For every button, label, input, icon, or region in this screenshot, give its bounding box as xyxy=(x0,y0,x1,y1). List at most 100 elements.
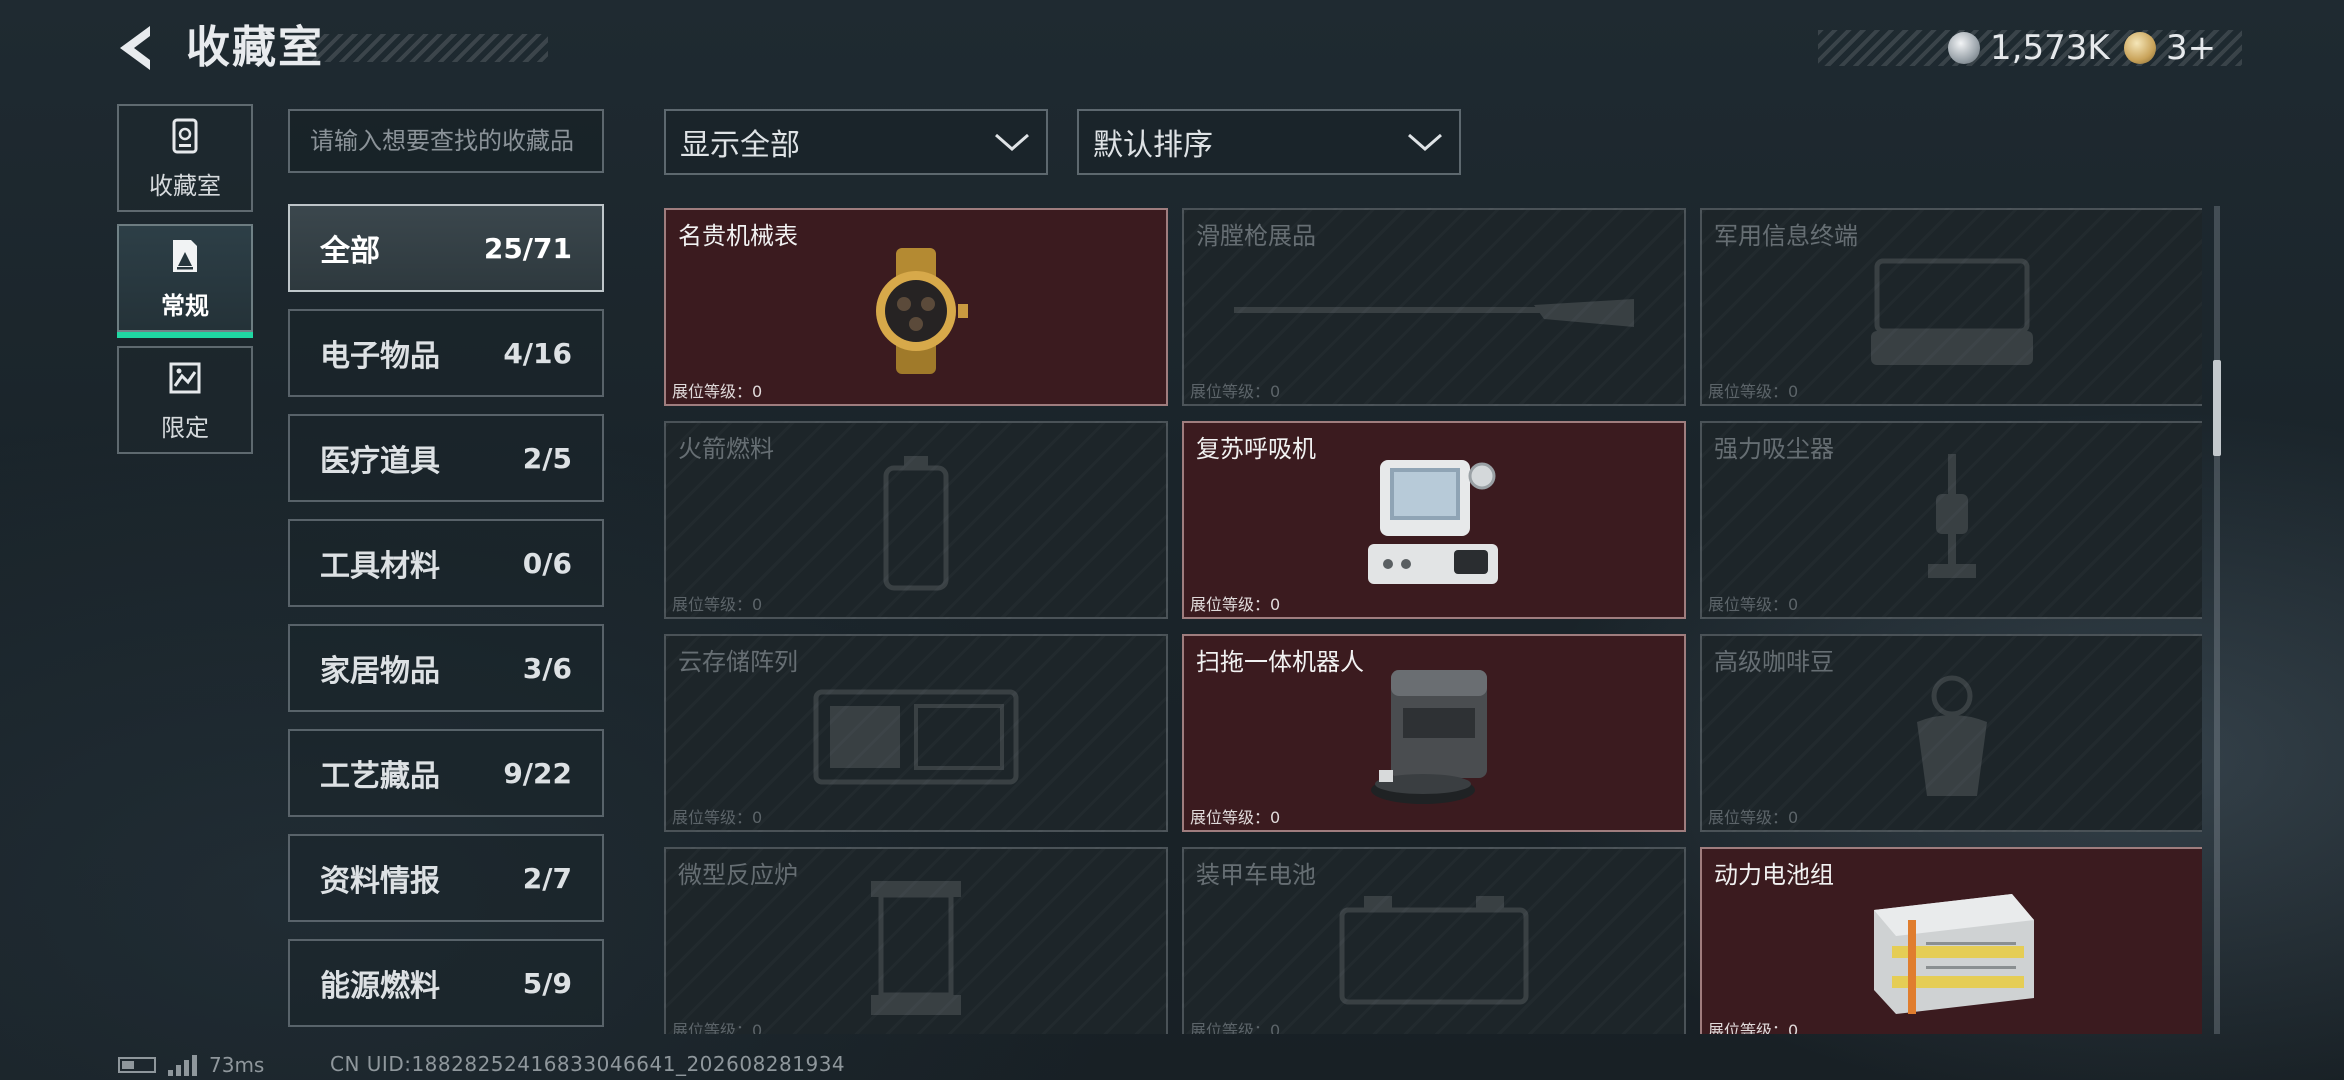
collection-card-robot-mop[interactable]: 扫拖一体机器人 展位等级：0 xyxy=(1182,634,1686,832)
category-crafts[interactable]: 工艺藏品 9/22 xyxy=(288,729,604,817)
collection-card-armored-vehicle-battery[interactable]: 装甲车电池 展位等级：0 xyxy=(1182,847,1686,1034)
collection-card-coffee-beans[interactable]: 高级咖啡豆 展位等级：0 xyxy=(1700,634,2202,832)
booth-level: 展位等级：0 xyxy=(672,808,763,827)
ventilator-icon xyxy=(1368,459,1498,584)
item-name: 复苏呼吸机 xyxy=(1196,435,1316,463)
filter-dropdown-value: 显示全部 xyxy=(680,128,800,163)
collection-card-cloud-storage-array[interactable]: 云存储阵列 展位等级：0 xyxy=(664,634,1168,832)
collection-card-rocket-fuel[interactable]: 火箭燃料 展位等级：0 xyxy=(664,421,1168,619)
collection-card-micro-reactor[interactable]: 微型反应炉 展位等级：0 xyxy=(664,847,1168,1034)
collection-card-ventilator[interactable]: 复苏呼吸机 展位等级：0 xyxy=(1182,421,1686,619)
booth-level: 展位等级：0 xyxy=(672,382,763,401)
robot-mop-icon xyxy=(1371,669,1487,804)
power-battery-pack-icon xyxy=(1874,893,2034,1014)
category-name: 电子物品 xyxy=(320,339,440,374)
category-name: 家居物品 xyxy=(320,654,440,689)
vault-icon xyxy=(172,118,198,153)
item-name: 名贵机械表 xyxy=(678,222,798,250)
category-name: 全部 xyxy=(320,234,380,269)
category-count: 4/16 xyxy=(503,336,572,370)
item-name: 火箭燃料 xyxy=(678,435,774,463)
military-terminal-icon xyxy=(1871,258,2033,365)
category-count: 2/5 xyxy=(522,441,572,475)
category-electronics[interactable]: 电子物品 4/16 xyxy=(288,309,604,397)
ping-value: 73ms xyxy=(209,1053,265,1077)
side-tab-label: 限定 xyxy=(161,413,209,442)
armored-vehicle-battery-icon xyxy=(1339,895,1529,1005)
sort-dropdown[interactable]: 默认排序 xyxy=(1077,109,1461,175)
cloud-storage-array-icon xyxy=(813,689,1019,785)
booth-level: 展位等级：0 xyxy=(672,1021,763,1034)
booth-level: 展位等级：0 xyxy=(1190,382,1281,401)
booth-level: 展位等级：0 xyxy=(1708,808,1799,827)
coffee-beans-icon xyxy=(1917,675,1987,796)
category-household[interactable]: 家居物品 3/6 xyxy=(288,624,604,712)
grid-scrollbar[interactable] xyxy=(2214,206,2220,1034)
item-name: 扫拖一体机器人 xyxy=(1196,648,1364,676)
item-name: 动力电池组 xyxy=(1714,861,1834,889)
back-button[interactable] xyxy=(112,22,164,74)
category-count: 9/22 xyxy=(503,756,572,790)
collection-card-military-terminal[interactable]: 军用信息终端 展位等级：0 xyxy=(1700,208,2202,406)
category-energy[interactable]: 能源燃料 5/9 xyxy=(288,939,604,1027)
side-tab-standard[interactable]: 常规 xyxy=(117,224,253,338)
category-all[interactable]: 全部 25/71 xyxy=(288,204,604,292)
standard-collection-icon xyxy=(173,239,197,272)
category-name: 资料情报 xyxy=(320,864,440,899)
player-uid: CN UID:18828252416833046641_202608281934 xyxy=(330,1052,846,1076)
vacuum-cleaner-icon xyxy=(1928,453,1976,578)
booth-level: 展位等级：0 xyxy=(1708,595,1799,614)
item-name: 云存储阵列 xyxy=(678,648,798,676)
collection-card-vacuum-cleaner[interactable]: 强力吸尘器 展位等级：0 xyxy=(1700,421,2202,619)
grid-scrollbar-thumb[interactable] xyxy=(2213,360,2221,456)
chevron-down-icon xyxy=(1408,133,1442,151)
category-tools[interactable]: 工具材料 0/6 xyxy=(288,519,604,607)
booth-level: 展位等级：0 xyxy=(1708,382,1799,401)
page-title: 收藏室 xyxy=(186,22,324,73)
category-name: 工具材料 xyxy=(320,549,440,584)
collection-card-musket[interactable]: 滑膛枪展品 展位等级：0 xyxy=(1182,208,1686,406)
battery-icon xyxy=(118,1057,156,1073)
category-count: 2/7 xyxy=(522,861,572,895)
currency-tickets: 3+ xyxy=(2124,26,2216,70)
back-arrow-icon xyxy=(120,26,150,70)
filter-dropdown[interactable]: 显示全部 xyxy=(664,109,1048,175)
category-name: 能源燃料 xyxy=(320,969,440,1004)
micro-reactor-icon xyxy=(871,880,961,1015)
side-tab-vault[interactable]: 收藏室 xyxy=(117,104,253,212)
item-name: 滑膛枪展品 xyxy=(1196,222,1316,250)
luxury-watch-icon xyxy=(876,247,968,374)
collection-grid: 名贵机械表 展位等级：0 滑膛枪展品 展位等级：0 军用信息终端 展位等级：0 … xyxy=(662,206,2202,1034)
signal-icon xyxy=(168,1054,197,1076)
category-medical[interactable]: 医疗道具 2/5 xyxy=(288,414,604,502)
silver-coin-icon xyxy=(1948,32,1980,64)
title-decoration xyxy=(310,34,548,62)
sort-dropdown-value: 默认排序 xyxy=(1093,128,1213,163)
item-name: 高级咖啡豆 xyxy=(1714,648,1834,676)
status-bar: 73ms xyxy=(118,1052,264,1078)
booth-level: 展位等级：0 xyxy=(672,595,763,614)
search-input[interactable]: 请输入想要查找的收藏品 xyxy=(288,109,604,173)
category-name: 医疗道具 xyxy=(320,444,440,479)
rocket-fuel-icon xyxy=(883,455,949,591)
collection-card-luxury-watch[interactable]: 名贵机械表 展位等级：0 xyxy=(664,208,1168,406)
category-intel[interactable]: 资料情报 2/7 xyxy=(288,834,604,922)
side-tab-label: 收藏室 xyxy=(149,171,221,200)
gold-ticket-icon xyxy=(2124,32,2156,64)
item-name: 微型反应炉 xyxy=(678,861,798,889)
side-tab-limited[interactable]: 限定 xyxy=(117,346,253,454)
item-name: 装甲车电池 xyxy=(1196,861,1316,889)
currency-coins: 1,573K xyxy=(1948,26,2110,70)
booth-level: 展位等级：0 xyxy=(1190,1021,1281,1034)
booth-level: 展位等级：0 xyxy=(1190,595,1281,614)
coin-amount: 1,573K xyxy=(1990,28,2110,68)
item-name: 强力吸尘器 xyxy=(1714,435,1834,463)
musket-icon xyxy=(1234,298,1634,327)
active-tab-indicator xyxy=(117,332,253,338)
limited-collection-icon xyxy=(169,362,201,393)
side-tab-label: 常规 xyxy=(161,291,209,320)
category-count: 25/71 xyxy=(483,231,572,265)
category-count: 3/6 xyxy=(522,651,572,685)
collection-card-power-battery-pack[interactable]: 动力电池组 展位等级：0 xyxy=(1700,847,2202,1034)
booth-level: 展位等级：0 xyxy=(1190,808,1281,827)
